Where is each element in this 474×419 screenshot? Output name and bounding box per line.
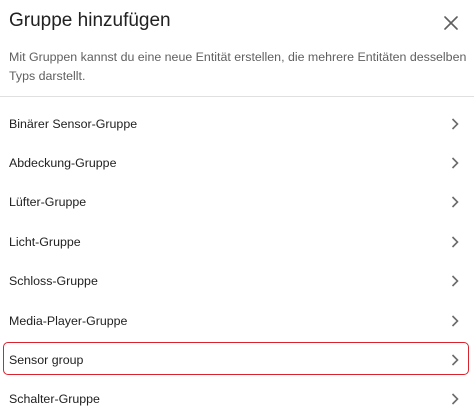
group-item-lock[interactable]: Schloss-Gruppe — [0, 262, 474, 301]
group-item-label: Media-Player-Gruppe — [9, 313, 128, 328]
divider — [0, 96, 474, 97]
group-item-label: Sensor group — [9, 353, 84, 368]
chevron-right-icon — [450, 353, 460, 367]
dialog-description: Mit Gruppen kannst du eine neue Entität … — [9, 50, 467, 83]
add-group-dialog: Gruppe hinzufügen Mit Gruppen kannst du … — [0, 0, 474, 419]
chevron-right-icon — [450, 274, 460, 288]
chevron-right-icon — [450, 392, 460, 406]
chevron-right-icon — [450, 117, 460, 131]
chevron-right-icon — [450, 195, 460, 209]
group-item-media-player[interactable]: Media-Player-Gruppe — [0, 301, 474, 340]
close-icon — [444, 16, 458, 30]
group-item-fan[interactable]: Lüfter-Gruppe — [0, 183, 474, 222]
group-item-label: Abdeckung-Gruppe — [9, 156, 117, 171]
chevron-right-icon — [450, 156, 460, 170]
group-item-label: Schalter-Gruppe — [9, 392, 100, 407]
group-item-label: Lüfter-Gruppe — [9, 195, 87, 210]
group-item-light[interactable]: Licht-Gruppe — [0, 222, 474, 261]
group-item-label: Binärer Sensor-Gruppe — [9, 116, 138, 131]
group-item-binary-sensor[interactable]: Binärer Sensor-Gruppe — [0, 104, 474, 143]
dialog-title: Gruppe hinzufügen — [9, 10, 171, 31]
close-button[interactable] — [440, 12, 462, 34]
group-item-label: Licht-Gruppe — [9, 234, 81, 249]
group-item-sensor[interactable]: Sensor group — [0, 340, 474, 379]
group-type-list: Binärer Sensor-Gruppe Abdeckung-Gruppe L… — [0, 104, 474, 419]
group-item-switch[interactable]: Schalter-Gruppe — [0, 380, 474, 419]
chevron-right-icon — [450, 235, 460, 249]
group-item-label: Schloss-Gruppe — [9, 274, 98, 289]
chevron-right-icon — [450, 314, 460, 328]
group-item-cover[interactable]: Abdeckung-Gruppe — [0, 143, 474, 182]
